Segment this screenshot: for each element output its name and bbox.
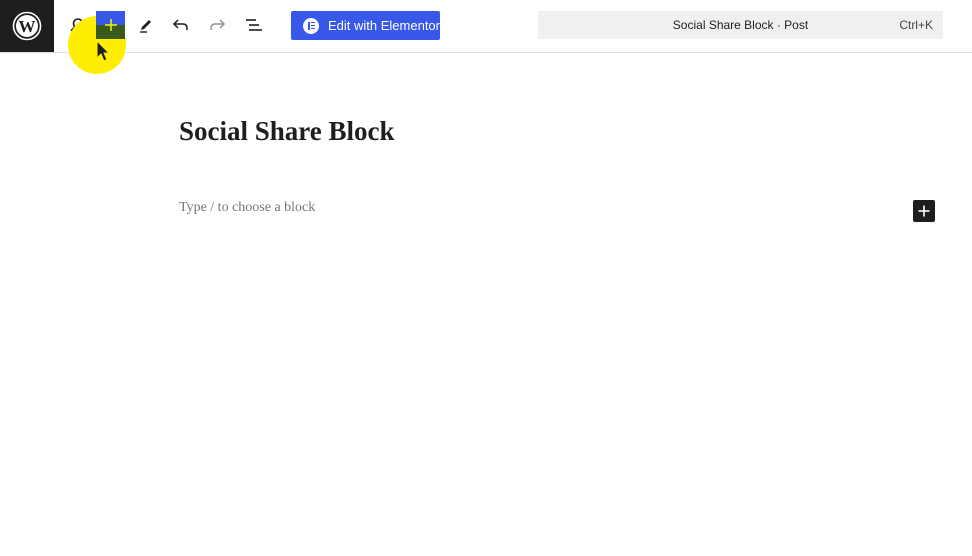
document-title: Social Share Block · Post bbox=[672, 18, 809, 32]
mouse-cursor-icon bbox=[95, 39, 111, 67]
list-view-icon[interactable] bbox=[239, 10, 269, 40]
edit-with-elementor-label: Edit with Elementor bbox=[328, 18, 440, 33]
plus-icon bbox=[104, 19, 117, 31]
plus-icon bbox=[918, 205, 930, 217]
command-palette-bar[interactable]: Social Share Block · Post Ctrl+K bbox=[538, 11, 943, 39]
editor-header: W Edit with Elementor Social Share Block… bbox=[0, 0, 972, 74]
post-title[interactable]: Social Share Block bbox=[179, 116, 395, 147]
svg-text:W: W bbox=[19, 17, 36, 36]
add-block-button[interactable] bbox=[96, 11, 125, 39]
undo-icon[interactable] bbox=[166, 10, 196, 40]
wordpress-logo-icon[interactable]: W bbox=[0, 0, 54, 52]
inline-add-block-button[interactable] bbox=[913, 200, 935, 222]
elementor-icon bbox=[303, 17, 319, 34]
command-shortcut: Ctrl+K bbox=[899, 18, 933, 32]
edit-with-elementor-button[interactable]: Edit with Elementor bbox=[291, 11, 440, 40]
block-placeholder[interactable]: Type / to choose a block bbox=[179, 200, 315, 216]
pencil-icon[interactable] bbox=[131, 10, 161, 40]
redo-icon[interactable] bbox=[202, 10, 232, 40]
